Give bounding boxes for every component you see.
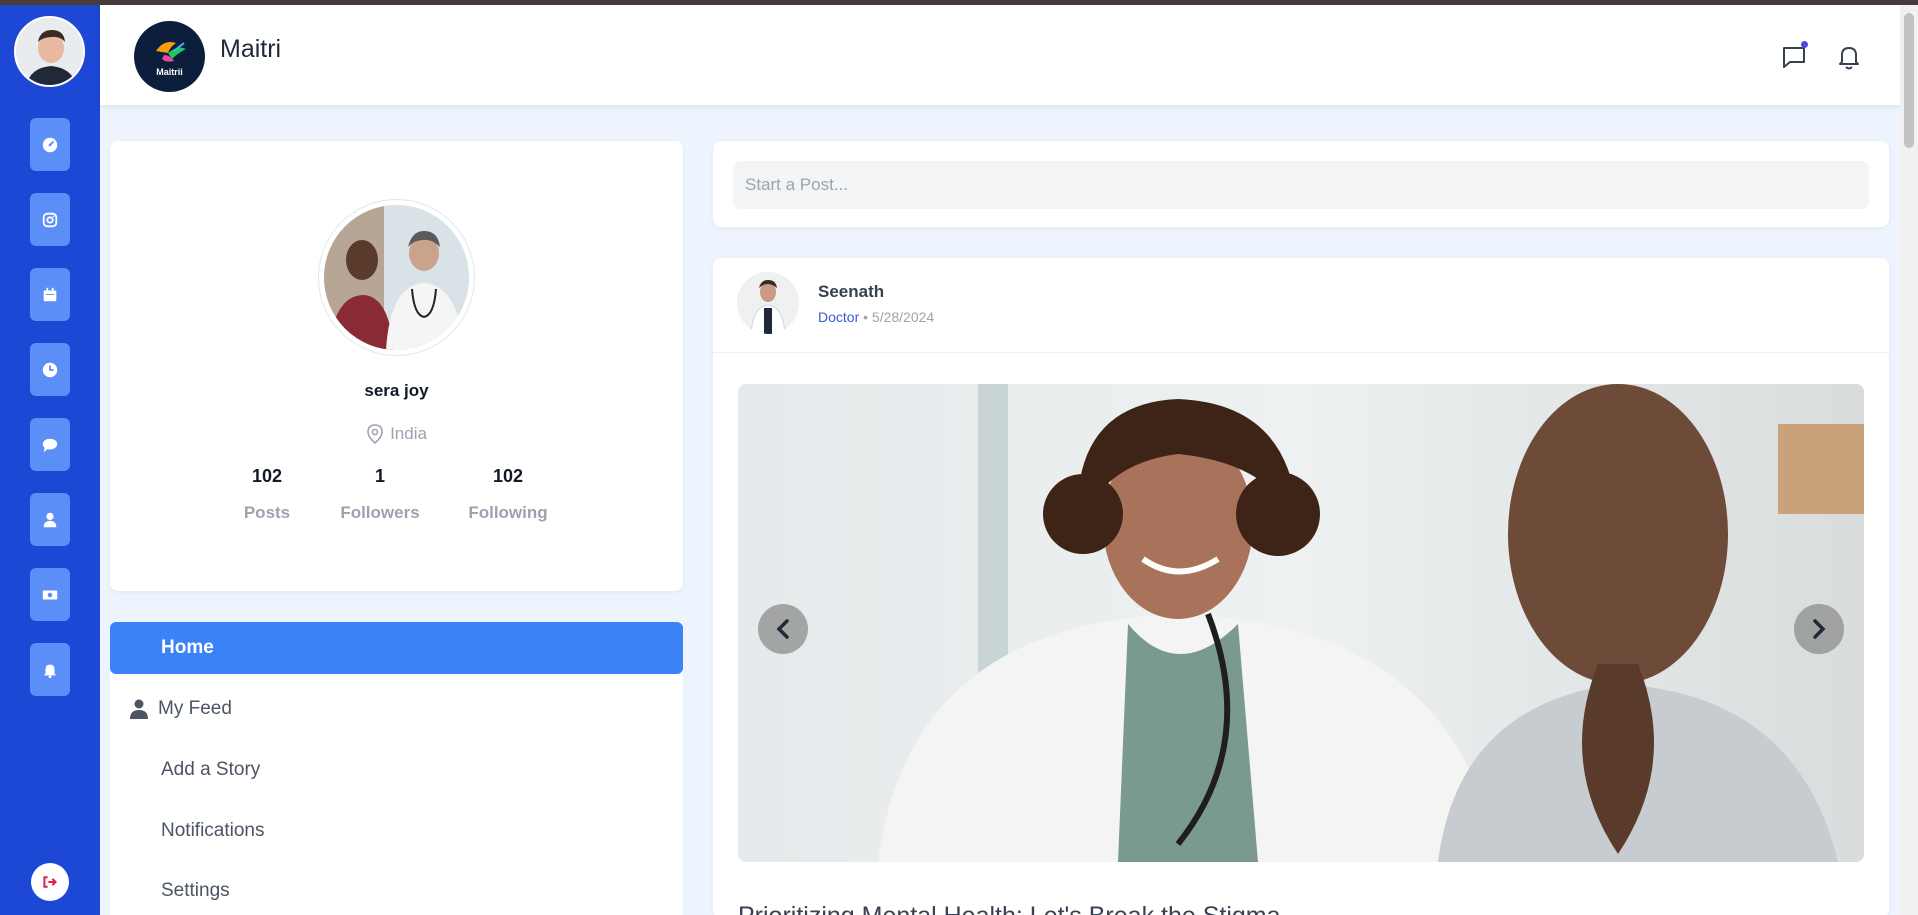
clock-icon	[42, 362, 58, 377]
notification-dot	[1801, 41, 1808, 48]
logout-button[interactable]	[31, 863, 69, 901]
post-image	[738, 384, 1864, 862]
stat-followers[interactable]: 1 Followers	[320, 466, 440, 523]
rail-chat-button[interactable]	[30, 418, 70, 471]
app-title: Maitri	[220, 35, 282, 63]
chat-icon	[42, 438, 58, 452]
header-notifications-button[interactable]	[1833, 41, 1865, 73]
user-icon	[130, 699, 148, 719]
start-post-input[interactable]	[733, 161, 1869, 209]
user-icon	[43, 512, 57, 527]
scrollbar-thumb[interactable]	[1904, 13, 1914, 148]
profile-card: sera joy India 102 Posts 1 Followers 102…	[110, 141, 683, 591]
nav-item-label: Settings	[161, 880, 230, 901]
author-avatar-image	[737, 272, 799, 334]
rail-profile-button[interactable]	[30, 493, 70, 546]
nav-item-my-feed[interactable]: My Feed	[110, 683, 683, 735]
post-title: Prioritizing Mental Health: Let's Break …	[738, 902, 1281, 915]
money-icon	[42, 590, 58, 599]
nav-item-label: My Feed	[158, 698, 232, 719]
stat-following-label: Following	[468, 503, 548, 522]
stat-following[interactable]: 102 Following	[448, 466, 568, 523]
stat-posts-label: Posts	[243, 503, 291, 522]
calendar-icon	[43, 287, 57, 301]
profile-name: sera joy	[364, 381, 429, 400]
logo-text: Maitrii	[156, 67, 183, 77]
rail-instagram-button[interactable]	[30, 193, 70, 246]
logout-icon	[43, 876, 58, 888]
rail-money-button[interactable]	[30, 568, 70, 621]
user-avatar-image	[16, 18, 83, 85]
post-card: Seenath Doctor • 5/28/2024	[713, 258, 1889, 915]
nav-item-notifications[interactable]: Notifications	[110, 805, 683, 857]
main-nav: Home My Feed Add a Story Notifications S…	[110, 622, 683, 915]
profile-location-text: India	[390, 424, 427, 443]
location-pin-icon	[367, 424, 383, 444]
page-scrollbar[interactable]	[1900, 5, 1918, 915]
carousel-next-button[interactable]	[1794, 604, 1844, 654]
rail-clock-button[interactable]	[30, 343, 70, 396]
nav-item-label: Home	[161, 637, 214, 658]
meta-separator: •	[863, 309, 869, 325]
rail-notifications-button[interactable]	[30, 643, 70, 696]
profile-photo-image	[324, 205, 469, 350]
stat-followers-value: 1	[374, 466, 385, 486]
stat-followers-label: Followers	[340, 503, 420, 522]
nav-item-add-story[interactable]: Add a Story	[110, 744, 683, 796]
chevron-right-icon	[1813, 619, 1826, 639]
bell-icon	[43, 664, 57, 678]
user-avatar[interactable]	[14, 16, 85, 87]
post-image-carousel[interactable]	[738, 384, 1864, 862]
left-rail	[0, 5, 100, 915]
author-name[interactable]: Seenath	[818, 282, 884, 302]
nav-item-settings[interactable]: Settings	[110, 865, 683, 915]
app-logo[interactable]: Maitrii	[134, 21, 205, 92]
post-date: 5/28/2024	[871, 309, 935, 325]
top-header: Maitrii Maitri	[100, 5, 1900, 105]
stat-posts[interactable]: 102 Posts	[207, 466, 327, 523]
hummingbird-icon	[156, 42, 186, 62]
stat-following-value: 102	[492, 466, 524, 486]
bell-icon	[1839, 47, 1859, 70]
rail-calendar-button[interactable]	[30, 268, 70, 321]
nav-item-label: Notifications	[161, 820, 265, 841]
author-meta: Doctor • 5/28/2024	[818, 309, 934, 325]
author-avatar[interactable]	[737, 272, 799, 334]
author-role: Doctor	[818, 309, 860, 325]
dashboard-icon	[42, 137, 58, 152]
profile-photo[interactable]	[319, 200, 474, 355]
profile-location: India	[110, 424, 683, 444]
post-header: Seenath Doctor • 5/28/2024	[713, 258, 1889, 353]
carousel-prev-button[interactable]	[758, 604, 808, 654]
stat-posts-value: 102	[251, 466, 283, 486]
messages-button[interactable]	[1778, 41, 1810, 73]
instagram-icon	[42, 212, 58, 227]
nav-item-label: Add a Story	[161, 759, 261, 780]
rail-dashboard-button[interactable]	[30, 118, 70, 171]
chevron-left-icon	[776, 619, 789, 639]
post-composer	[713, 141, 1889, 227]
nav-item-home[interactable]: Home	[110, 622, 683, 674]
